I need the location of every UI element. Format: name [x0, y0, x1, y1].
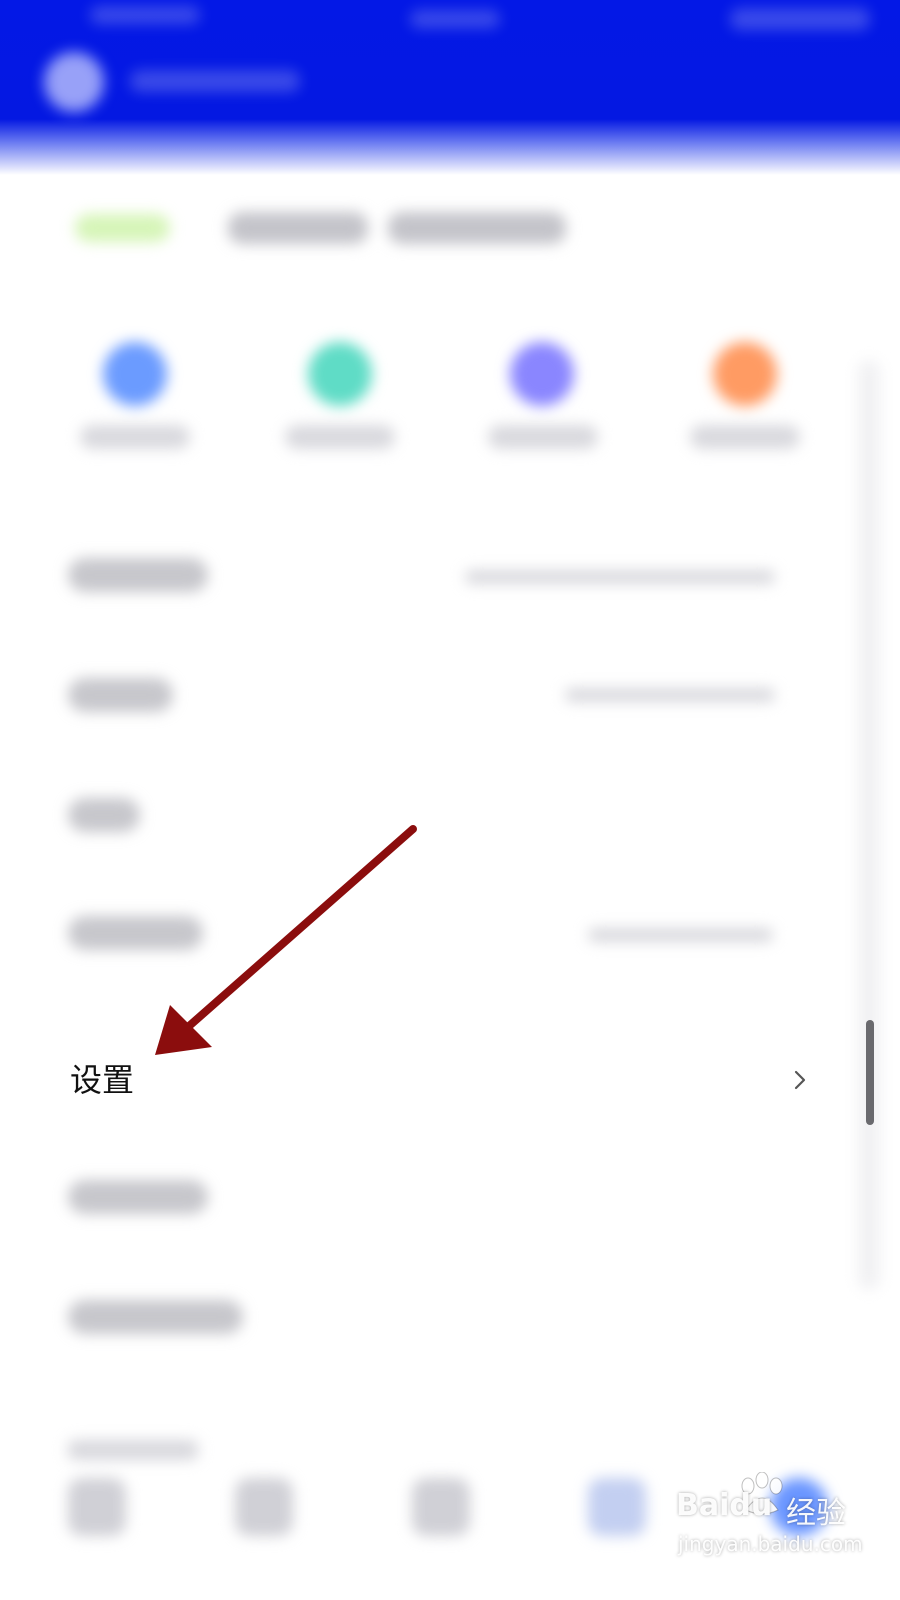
list-item[interactable] [68, 558, 208, 592]
status-badge [75, 214, 170, 242]
list-item[interactable] [68, 678, 173, 712]
nav-item-4[interactable] [588, 1478, 646, 1536]
quick-action-icon-3[interactable] [510, 342, 574, 406]
settings-row[interactable]: 设置 [40, 1040, 840, 1120]
nav-item-3[interactable] [412, 1478, 470, 1536]
list-item[interactable] [68, 1300, 243, 1334]
quick-action-label-2 [285, 425, 395, 449]
list-item-value [465, 570, 775, 584]
header-actions-blurred[interactable] [730, 8, 870, 30]
nav-item-1[interactable] [68, 1478, 126, 1536]
scrollbar-thumb[interactable] [866, 1020, 874, 1125]
watermark-product: 经验 [786, 1496, 846, 1531]
settings-label: 设置 [70, 1061, 135, 1099]
quick-action-icon-4[interactable] [713, 342, 777, 406]
list-item[interactable] [68, 916, 203, 950]
list-item-value [588, 928, 773, 942]
header-text-blurred [130, 70, 300, 92]
watermark-url: jingyan.baidu.com [678, 1532, 863, 1556]
nav-item-2[interactable] [235, 1478, 293, 1536]
status-text-blurred [90, 6, 200, 24]
profile-header [0, 0, 900, 175]
watermark-brand: Baidu [676, 1488, 773, 1523]
avatar[interactable] [44, 52, 104, 112]
info-text-blurred [228, 212, 368, 244]
watermark: Baidu 经验 jingyan.baidu.com [676, 1468, 876, 1588]
section-label-blurred [68, 1440, 198, 1460]
chevron-right-icon [794, 1070, 806, 1090]
list-item[interactable] [68, 798, 140, 832]
quick-action-label-1 [80, 425, 190, 449]
scrollbar-track[interactable] [858, 360, 880, 1290]
list-item[interactable] [68, 1180, 208, 1214]
list-item-value [565, 688, 775, 702]
quick-action-icon-2[interactable] [308, 342, 372, 406]
status-text-blurred [410, 10, 500, 28]
quick-action-label-4 [690, 425, 800, 449]
info-text-blurred [388, 212, 566, 244]
quick-action-label-3 [488, 425, 598, 449]
quick-action-icon-1[interactable] [103, 342, 167, 406]
